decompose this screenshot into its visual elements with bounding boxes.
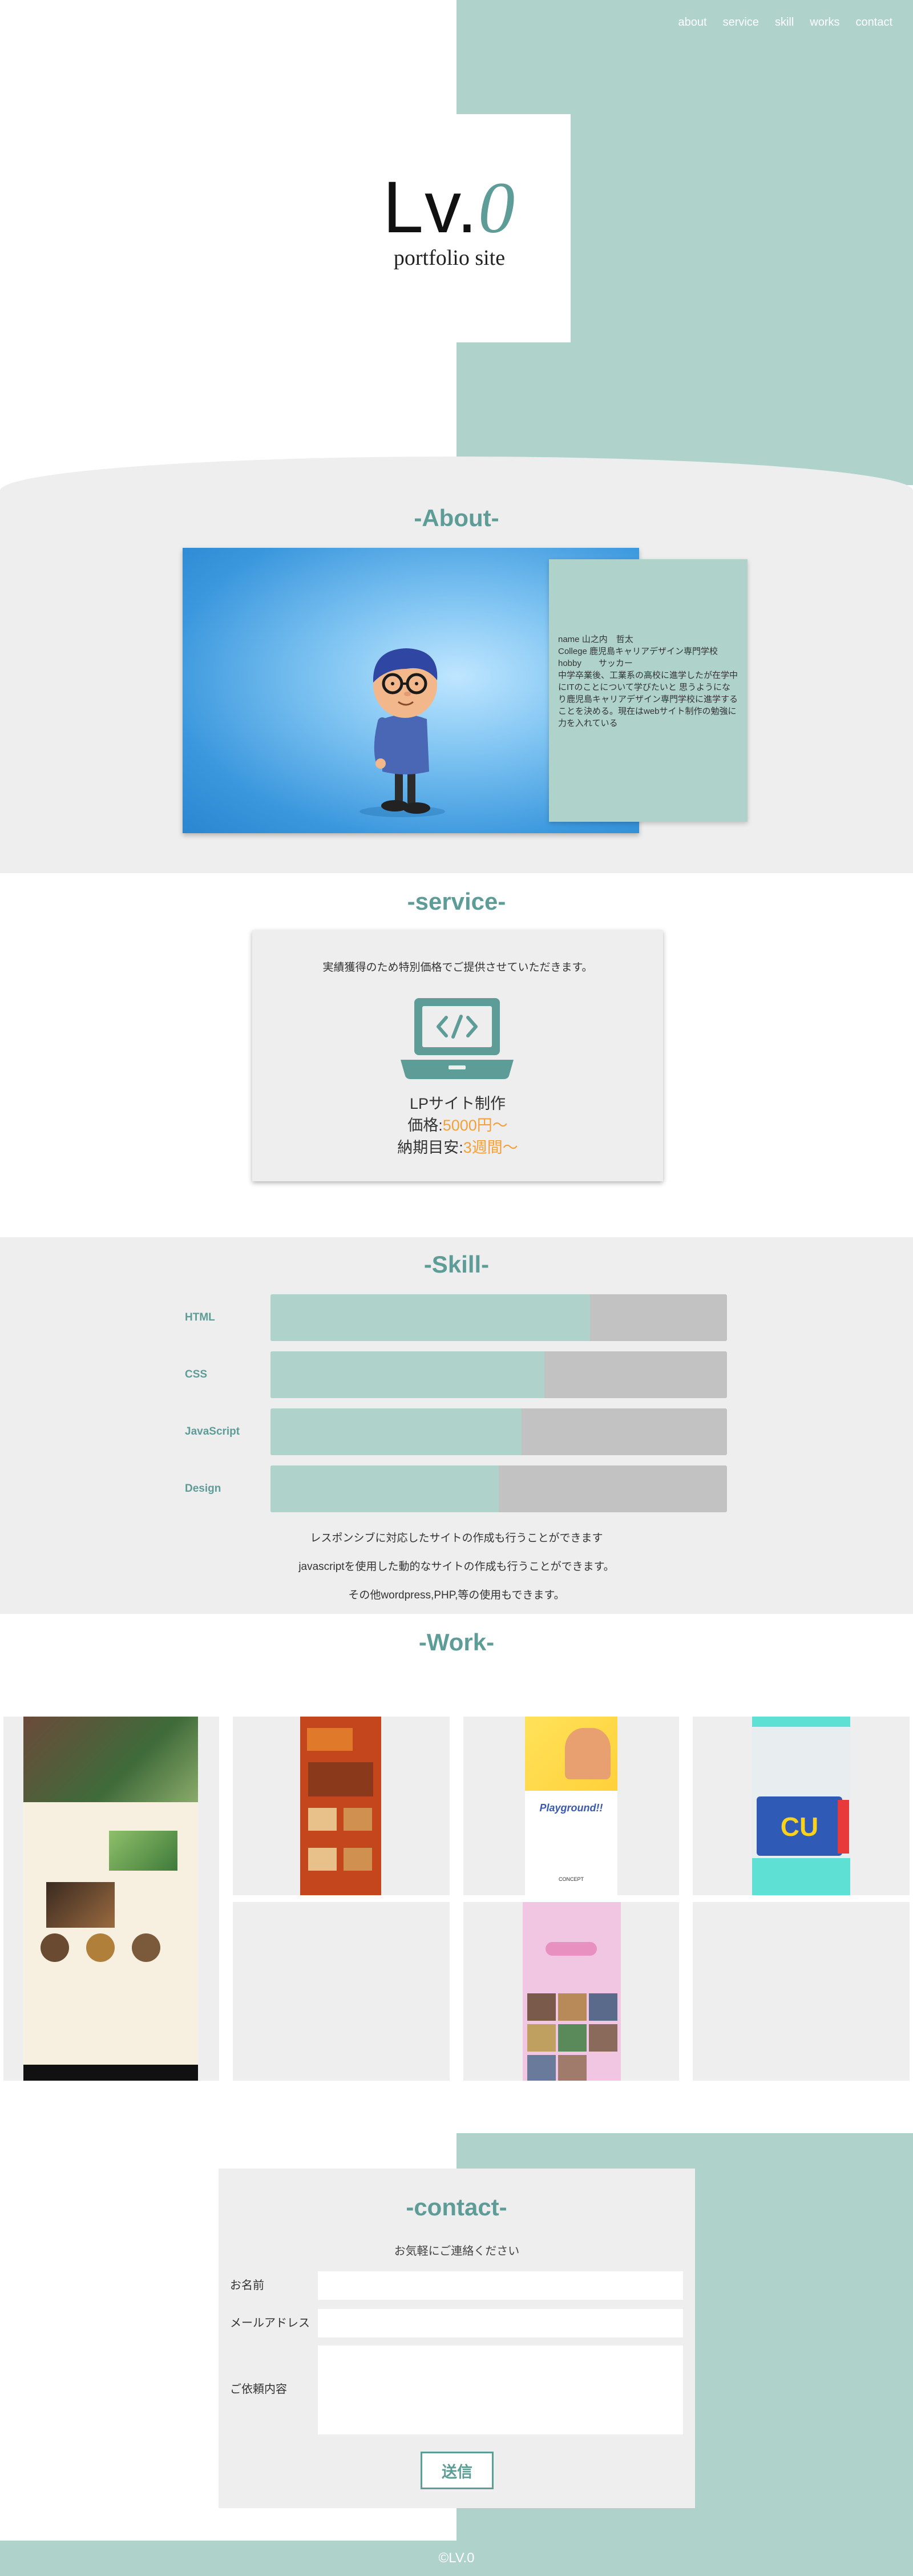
submit-button[interactable]: 送信 bbox=[421, 2452, 494, 2489]
skill-row-css: CSS bbox=[185, 1351, 727, 1398]
skill-bar-fill bbox=[270, 1294, 590, 1341]
profile-hobby: hobby サッカー bbox=[558, 659, 633, 668]
profile-bio: 中学卒業後、工業系の高校に進学したが在学中にITのことについて学びたいと 思うよ… bbox=[558, 671, 738, 728]
service-details: LPサイト制作 価格:5000円〜 納期目安:3週間〜 bbox=[252, 1093, 663, 1158]
work-item-pizza[interactable] bbox=[233, 1717, 450, 1895]
about-title: -About- bbox=[414, 504, 499, 531]
concept-label: CONCEPT bbox=[558, 1876, 584, 1882]
work-item-empty bbox=[233, 1902, 450, 2081]
nav-link-works[interactable]: works bbox=[810, 16, 839, 29]
service-intro: 実績獲得のため特別価格でご提供させていただきます。 bbox=[322, 962, 593, 974]
skill-row-javascript: JavaScript bbox=[185, 1408, 727, 1455]
skill-bar-fill bbox=[270, 1351, 544, 1398]
logo-subtitle: portfolio site bbox=[393, 246, 506, 270]
nav-link-contact[interactable]: contact bbox=[856, 16, 892, 29]
work-thumbnail bbox=[523, 1902, 621, 2081]
service-price: 価格:5000円〜 bbox=[407, 1117, 508, 1134]
logo-main-text: Lv. bbox=[382, 167, 479, 248]
skill-bar-fill bbox=[270, 1465, 499, 1512]
skill-note: javascriptを使用した動的なサイトの作成も行うことができます。 bbox=[298, 1561, 615, 1573]
skill-bar-track bbox=[270, 1408, 727, 1455]
skill-label: HTML bbox=[185, 1311, 215, 1323]
work-title: -Work- bbox=[418, 1629, 495, 1656]
message-textarea[interactable] bbox=[318, 2345, 683, 2434]
work-item-playground[interactable]: Playground!! CONCEPT bbox=[463, 1717, 679, 1895]
name-label: お名前 bbox=[230, 2279, 264, 2292]
work-item-empty bbox=[693, 1902, 910, 2081]
profile-card: name 山之内 哲太 College 鹿児島キャリアデザイン専門学校 hobb… bbox=[549, 559, 748, 822]
delivery-value: 3週間〜 bbox=[463, 1138, 518, 1156]
skill-row-design: Design bbox=[185, 1465, 727, 1512]
skill-note: レスポンシブに対応したサイトの作成も行うことができます bbox=[310, 1532, 603, 1544]
site-logo: Lv.0 bbox=[328, 171, 571, 245]
service-title: -service- bbox=[407, 888, 506, 915]
skill-bar-track bbox=[270, 1351, 727, 1398]
skill-bar-fill bbox=[270, 1408, 522, 1455]
email-input[interactable] bbox=[318, 2309, 683, 2337]
work-item-travel[interactable] bbox=[463, 1902, 679, 2081]
work-item-cu-app[interactable]: CU bbox=[693, 1717, 910, 1895]
skill-label: JavaScript bbox=[185, 1426, 240, 1438]
email-label: メールアドレス bbox=[230, 2317, 310, 2329]
work-thumbnail bbox=[300, 1717, 381, 1895]
logo-accent-zero: 0 bbox=[478, 167, 516, 248]
work-thumbnail: Playground!! CONCEPT bbox=[525, 1717, 617, 1895]
profile-name: name 山之内 哲太 bbox=[558, 635, 633, 644]
work-thumbnail bbox=[23, 1717, 198, 2081]
skill-row-html: HTML bbox=[185, 1294, 727, 1341]
skill-note: その他wordpress,PHP,等の使用もできます。 bbox=[348, 1589, 565, 1601]
skill-bar-track bbox=[270, 1294, 727, 1341]
service-delivery: 納期目安:3週間〜 bbox=[397, 1138, 518, 1156]
work-thumbnail: CU bbox=[752, 1717, 850, 1895]
nav-link-about[interactable]: about bbox=[678, 16, 707, 29]
skill-title: -Skill- bbox=[423, 1251, 490, 1278]
laptop-code-icon bbox=[397, 996, 517, 1081]
profile-college: College 鹿児島キャリアデザイン専門学校 bbox=[558, 647, 718, 656]
nav-link-service[interactable]: service bbox=[723, 16, 759, 29]
contact-title: -contact- bbox=[406, 2194, 507, 2220]
contact-subtitle: お気軽にご連絡ください bbox=[394, 2245, 520, 2258]
price-value: 5000円〜 bbox=[442, 1117, 508, 1134]
top-nav: about service skill works contact bbox=[678, 16, 892, 29]
nav-link-skill[interactable]: skill bbox=[775, 16, 794, 29]
skill-label: CSS bbox=[185, 1368, 208, 1380]
work-item-ryokan[interactable] bbox=[3, 1717, 219, 2081]
playground-label: Playground!! bbox=[539, 1802, 603, 1814]
footer-copyright: ©LV.0 bbox=[0, 2541, 913, 2576]
skill-label: Design bbox=[185, 1483, 221, 1495]
skill-bar-track bbox=[270, 1465, 727, 1512]
name-input[interactable] bbox=[318, 2271, 683, 2300]
service-item: LPサイト制作 bbox=[409, 1095, 506, 1112]
message-label: ご依頼内容 bbox=[230, 2383, 287, 2396]
cu-logo-text: CU bbox=[780, 1812, 819, 1842]
